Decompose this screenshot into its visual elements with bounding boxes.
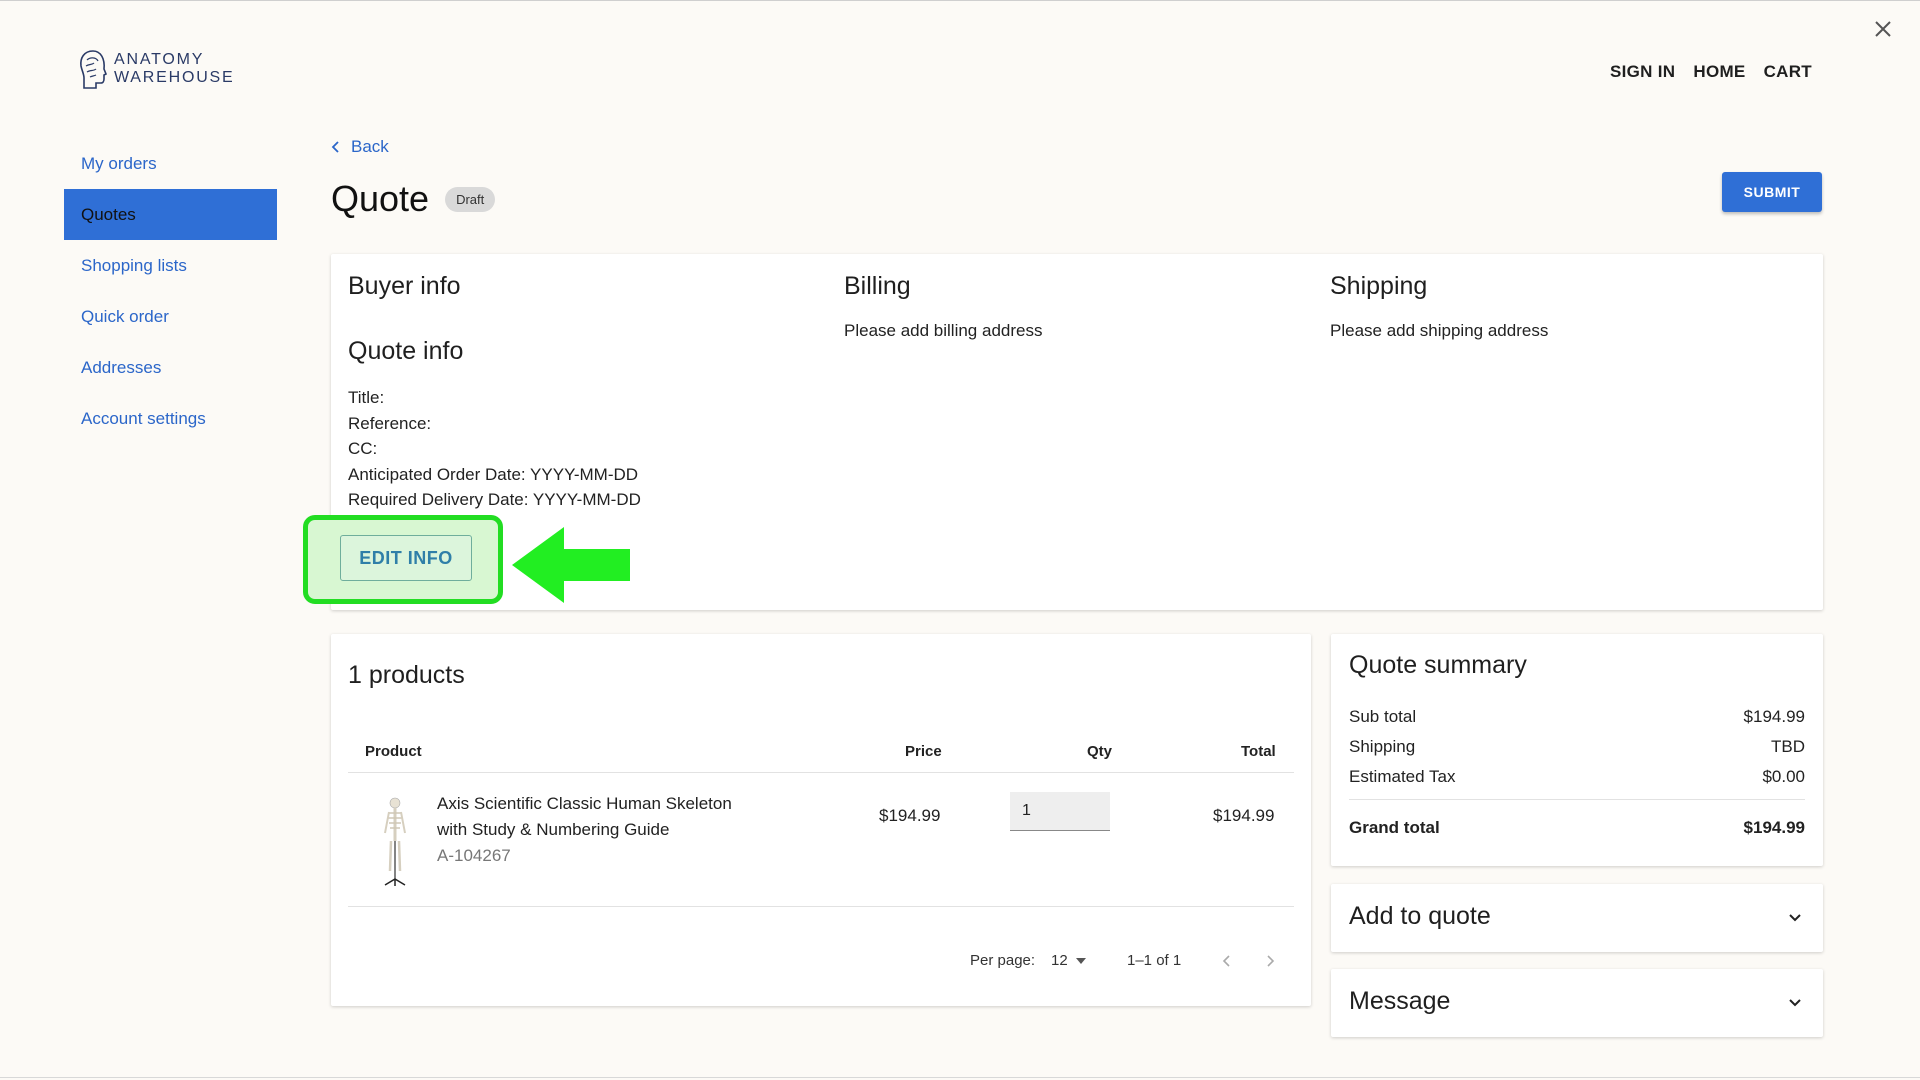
chevron-down-icon xyxy=(1789,914,1801,922)
summary-value: $0.00 xyxy=(1762,767,1805,786)
bottom-border xyxy=(0,1077,1920,1078)
sidebar-item-quick-order[interactable]: Quick order xyxy=(64,291,277,342)
chevron-left-icon xyxy=(331,141,339,153)
summary-label: Estimated Tax xyxy=(1349,767,1456,786)
account-sidebar: My orders Quotes Shopping lists Quick or… xyxy=(64,138,277,444)
table-row-divider xyxy=(348,906,1294,907)
skeleton-product-image[interactable] xyxy=(380,793,410,887)
billing-text: Please add billing address xyxy=(844,321,1043,340)
column-product: Product xyxy=(365,743,422,760)
top-border xyxy=(0,0,1920,1)
quote-info-heading: Quote info xyxy=(348,337,464,365)
per-page-value: 12 xyxy=(1051,952,1068,969)
column-total: Total xyxy=(1241,743,1276,760)
back-link[interactable]: Back xyxy=(331,137,389,157)
summary-row-tax: Estimated Tax $0.00 xyxy=(1349,767,1805,787)
billing-heading: Billing xyxy=(844,272,911,300)
summary-label: Shipping xyxy=(1349,737,1416,756)
sidebar-item-account-settings[interactable]: Account settings xyxy=(64,393,277,444)
next-page-icon[interactable] xyxy=(1264,953,1276,969)
field-reference: Reference: xyxy=(348,413,432,433)
logo-text: ANATOMY WAREHOUSE xyxy=(114,51,235,87)
logo-line-1: ANATOMY xyxy=(114,51,205,68)
page-title: Quote xyxy=(331,178,430,219)
shipping-heading: Shipping xyxy=(1330,272,1428,300)
products-heading: 1 products xyxy=(348,661,465,689)
nav-sign-in[interactable]: SIGN IN xyxy=(1610,62,1675,82)
product-price: $194.99 xyxy=(879,806,941,825)
back-label: Back xyxy=(351,137,389,156)
nav-cart[interactable]: CART xyxy=(1764,62,1812,82)
summary-row-grand-total: Grand total $194.99 xyxy=(1349,818,1805,838)
arrow-left-icon xyxy=(512,527,630,603)
per-page-select[interactable]: 12 xyxy=(1051,952,1086,969)
add-to-quote-accordion[interactable]: Add to quote xyxy=(1331,884,1823,952)
logo-line-2: WAREHOUSE xyxy=(114,69,235,86)
title-row: Quote Draft xyxy=(331,178,496,220)
product-name-line-1: Axis Scientific Classic Human Skeleton xyxy=(437,794,732,813)
sidebar-item-quotes[interactable]: Quotes xyxy=(64,189,277,240)
quantity-input[interactable] xyxy=(1010,792,1110,831)
summary-row-subtotal: Sub total $194.99 xyxy=(1349,707,1805,727)
sidebar-item-shopping-lists[interactable]: Shopping lists xyxy=(64,240,277,291)
product-sku: A-104267 xyxy=(437,846,511,865)
shipping-text: Please add shipping address xyxy=(1330,321,1549,340)
chevron-down-icon xyxy=(1789,999,1801,1007)
product-name-line-2: with Study & Numbering Guide xyxy=(437,819,670,839)
summary-value: TBD xyxy=(1771,737,1805,756)
add-to-quote-title: Add to quote xyxy=(1349,902,1491,930)
anatomy-warehouse-logo[interactable]: ANATOMY WAREHOUSE xyxy=(78,48,235,90)
column-price: Price xyxy=(905,743,942,760)
submit-button[interactable]: SUBMIT xyxy=(1722,172,1822,212)
head-profile-icon xyxy=(80,50,108,89)
caret-down-icon xyxy=(1075,957,1086,964)
table-header-divider xyxy=(348,772,1294,773)
prev-page-icon[interactable] xyxy=(1221,953,1233,969)
message-accordion[interactable]: Message xyxy=(1331,969,1823,1037)
summary-label: Sub total xyxy=(1349,707,1417,726)
per-page-label: Per page: xyxy=(970,952,1036,969)
pagination-range: 1–1 of 1 xyxy=(1127,952,1182,969)
quote-summary-heading: Quote summary xyxy=(1349,651,1527,679)
field-title: Title: xyxy=(348,388,385,407)
field-cc: CC: xyxy=(348,439,378,458)
message-title: Message xyxy=(1349,987,1451,1015)
product-total: $194.99 xyxy=(1213,806,1275,825)
top-nav: SIGN IN HOME CART xyxy=(1610,62,1812,82)
quote-info-fields: Title: Reference: CC: Anticipated Order … xyxy=(348,385,641,513)
close-icon[interactable] xyxy=(1870,16,1896,42)
field-required-delivery-date: Required Delivery Date: YYYY-MM-DD xyxy=(348,490,641,509)
summary-value: $194.99 xyxy=(1743,707,1805,726)
sidebar-item-my-orders[interactable]: My orders xyxy=(64,138,277,189)
edit-info-button[interactable]: EDIT INFO xyxy=(340,535,472,581)
buyer-info-heading: Buyer info xyxy=(348,272,461,300)
sidebar-item-addresses[interactable]: Addresses xyxy=(64,342,277,393)
summary-divider xyxy=(1349,799,1805,800)
grand-total-label: Grand total xyxy=(1349,818,1440,837)
summary-row-shipping: Shipping TBD xyxy=(1349,737,1805,757)
grand-total-value: $194.99 xyxy=(1743,818,1805,837)
product-name[interactable]: Axis Scientific Classic Human Skeleton w… xyxy=(437,791,732,842)
field-anticipated-order-date: Anticipated Order Date: YYYY-MM-DD xyxy=(348,464,639,484)
column-qty: Qty xyxy=(1087,743,1113,760)
status-badge: Draft xyxy=(445,186,496,212)
nav-home[interactable]: HOME xyxy=(1693,62,1745,82)
